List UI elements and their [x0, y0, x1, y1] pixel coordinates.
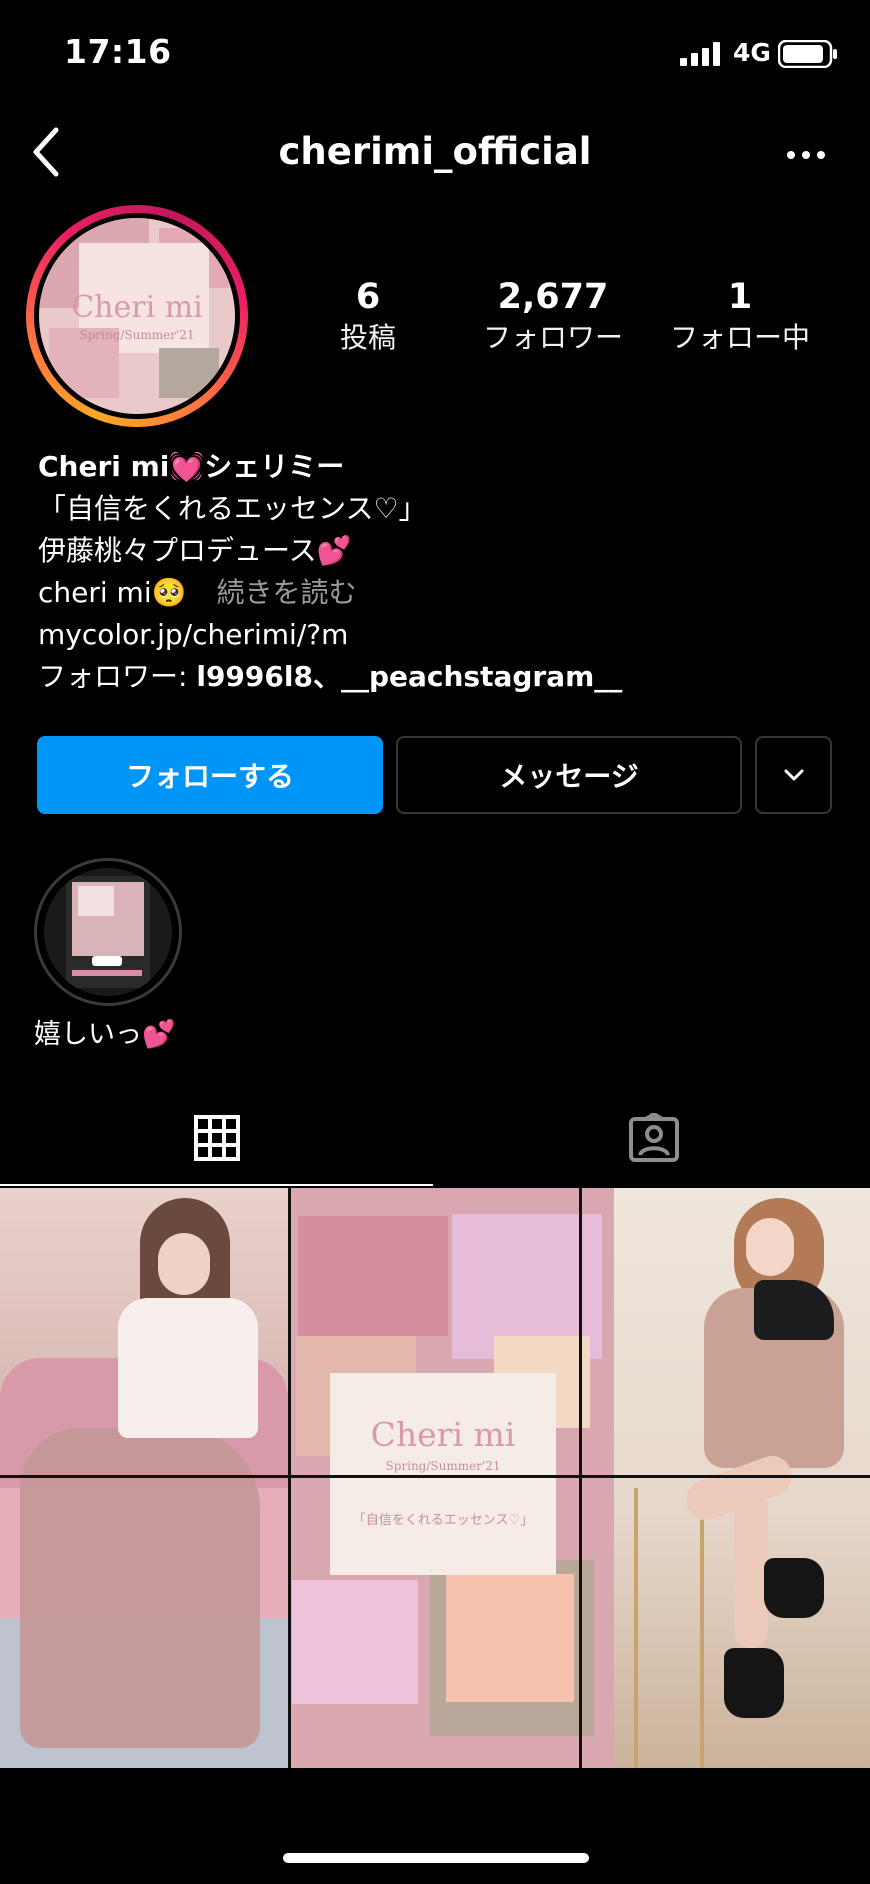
- stat-posts: 6 投稿: [318, 275, 418, 357]
- more-icon[interactable]: [785, 140, 827, 170]
- followed-by-prefix: フォロワー:: [38, 660, 197, 693]
- bio: Cheri mi💓シェリミー 「自信をくれるエッセンス♡」 伊藤桃々プロデュース…: [38, 446, 838, 698]
- bio-line-1: 「自信をくれるエッセンス♡」: [38, 492, 427, 525]
- following-label: フォロー中: [669, 321, 810, 354]
- stat-following[interactable]: 1 フォロー中: [660, 275, 820, 357]
- chevron-down-icon: [784, 769, 803, 781]
- post-thumbnail-1[interactable]: [0, 1188, 288, 1768]
- followed-by[interactable]: フォロワー: l9996l8、__peachstagram__: [38, 656, 838, 698]
- suggested-accounts-button[interactable]: [755, 736, 832, 814]
- grid-divider: [0, 1475, 870, 1478]
- post-2-subtitle: Spring/Summer'21: [385, 1459, 501, 1473]
- grid-icon: [193, 1115, 240, 1161]
- home-indicator[interactable]: [283, 1853, 589, 1863]
- stat-followers[interactable]: 2,677 フォロワー: [468, 275, 638, 357]
- profile-name: Cheri mi💓シェリミー: [38, 450, 345, 483]
- highlight-label: 嬉しいっ💕: [34, 1019, 176, 1050]
- bio-line-2: 伊藤桃々プロデュース💕: [38, 534, 352, 567]
- post-2-logo-card: Cheri mi Spring/Summer'21 「自信をくれるエッセンス♡」: [330, 1373, 556, 1575]
- grid-divider: [288, 1188, 291, 1768]
- avatar[interactable]: Cheri mi Spring/Summer'21: [34, 213, 240, 419]
- avatar-logo-subtitle: Spring/Summer'21: [79, 328, 195, 342]
- bio-website-link[interactable]: mycolor.jp/cherimi/?m: [38, 614, 838, 656]
- posts-grid: Cheri mi Spring/Summer'21 「自信をくれるエッセンス♡」: [0, 1188, 870, 1768]
- status-time: 17:16: [64, 32, 172, 71]
- signal-icon: [680, 42, 720, 66]
- avatar-logo-text: Cheri mi: [71, 290, 203, 325]
- status-bar: 17:16 4G: [0, 0, 870, 100]
- posts-label: 投稿: [339, 321, 396, 354]
- tab-tagged[interactable]: [437, 1090, 870, 1186]
- battery-icon: [778, 40, 837, 68]
- followed-by-users[interactable]: l9996l8、__peachstagram__: [196, 660, 622, 693]
- posts-count: 6: [355, 277, 381, 317]
- followers-count: 2,677: [497, 277, 609, 317]
- following-count: 1: [727, 277, 753, 317]
- message-button[interactable]: メッセージ: [396, 736, 742, 814]
- tab-posts-grid[interactable]: [0, 1090, 433, 1186]
- post-2-logo: Cheri mi: [370, 1415, 516, 1454]
- followers-label: フォロワー: [482, 321, 623, 354]
- tagged-icon: [628, 1113, 679, 1162]
- network-type: 4G: [733, 38, 771, 67]
- post-2-tagline: 「自信をくれるエッセンス♡」: [352, 1513, 534, 1528]
- bio-line-3-text: cheri mi🥺: [38, 576, 187, 609]
- bio-line-3: cheri mi🥺 続きを読む: [38, 572, 838, 614]
- read-more-link[interactable]: 続きを読む: [216, 576, 356, 609]
- grid-divider: [579, 1188, 582, 1768]
- highlight-thumbnail[interactable]: [44, 868, 172, 996]
- page-title: cherimi_official: [278, 130, 592, 173]
- follow-button[interactable]: フォローする: [37, 736, 383, 814]
- post-thumbnail-3[interactable]: [614, 1188, 870, 1768]
- post-thumbnail-2[interactable]: Cheri mi Spring/Summer'21 「自信をくれるエッセンス♡」: [290, 1188, 616, 1768]
- avatar-image: Cheri mi Spring/Summer'21: [39, 218, 235, 414]
- active-tab-indicator: [0, 1184, 433, 1186]
